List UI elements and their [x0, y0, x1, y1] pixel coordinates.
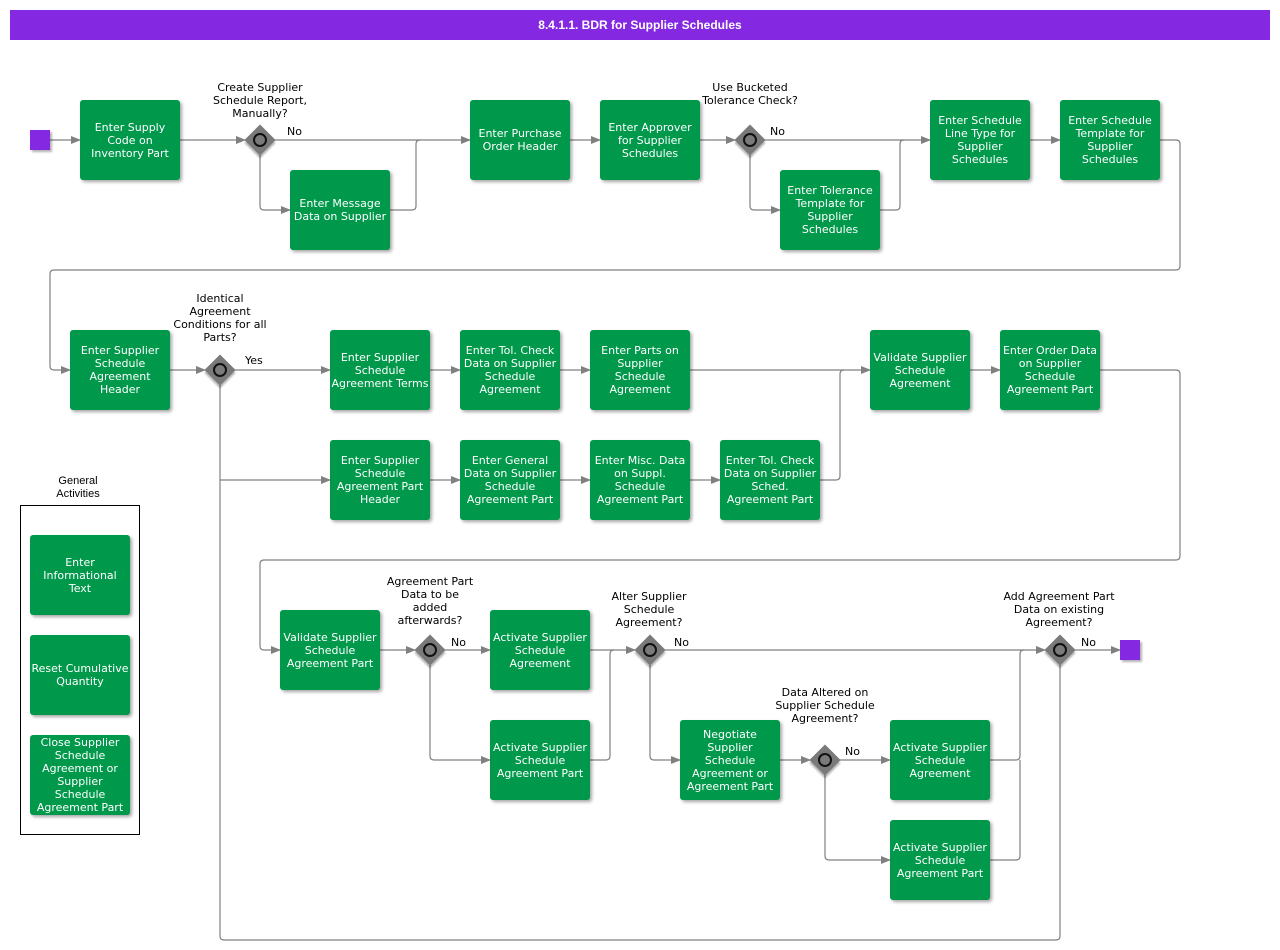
task-enter-schedule-template[interactable]: Enter Schedule Template for Supplier Sch… [1060, 100, 1160, 180]
flow [990, 760, 1021, 861]
task-enter-tolerance-template[interactable]: Enter Tolerance Template for Supplier Sc… [780, 170, 880, 250]
gateway-alter-agreement[interactable] [634, 634, 666, 666]
gateway-question: Agreement Part Data to be added afterwar… [386, 575, 474, 627]
gateway-part-data-afterwards[interactable] [414, 634, 446, 666]
task-enter-agreement-header[interactable]: Enter Supplier Schedule Agreement Header [70, 330, 170, 410]
gateway-question: Add Agreement Part Data on existing Agre… [1003, 590, 1115, 629]
end-event[interactable] [1120, 640, 1140, 660]
gateway-add-part-data[interactable] [1044, 634, 1076, 666]
gateway-bucketed-tolerance[interactable] [734, 124, 766, 156]
task-activate-agreement-2[interactable]: Activate Supplier Schedule Agreement [890, 720, 990, 800]
gateway-question: Create Supplier Schedule Report, Manuall… [212, 81, 307, 120]
gateway-branch-label: No [451, 636, 466, 649]
task-negotiate-agreement[interactable]: Negotiate Supplier Schedule Agreement or… [680, 720, 780, 800]
flow [880, 139, 905, 211]
gateway-ring-icon [253, 133, 267, 147]
flow [259, 155, 291, 214]
gateway-question: Data Altered on Supplier Schedule Agreem… [775, 686, 875, 725]
gateway-identical-conditions[interactable] [204, 354, 236, 386]
task-enter-tol-check-agreement[interactable]: Enter Tol. Check Data on Supplier Schedu… [460, 330, 560, 410]
task-enter-agreement-terms[interactable]: Enter Supplier Schedule Agreement Terms [330, 330, 430, 410]
flow [590, 649, 615, 761]
flow [649, 665, 681, 764]
gateway-branch-label: No [845, 745, 860, 758]
task-enter-schedule-line-type[interactable]: Enter Schedule Line Type for Supplier Sc… [930, 100, 1030, 180]
task-enter-parts-on-agreement[interactable]: Enter Parts on Supplier Schedule Agreeme… [590, 330, 690, 410]
gateway-ring-icon [643, 643, 657, 657]
task-enter-tol-check-part[interactable]: Enter Tol. Check Data on Supplier Sched.… [720, 440, 820, 520]
gateway-ring-icon [743, 133, 757, 147]
gateway-branch-label: No [1081, 636, 1096, 649]
start-event[interactable] [30, 130, 50, 150]
flow [824, 775, 891, 864]
general-activities-title: General Activities [56, 475, 100, 500]
task-enter-supply-code[interactable]: Enter Supply Code on Inventory Part [80, 100, 180, 180]
task-validate-agreement-part[interactable]: Validate Supplier Schedule Agreement Par… [280, 610, 380, 690]
flow [749, 155, 781, 214]
task-validate-agreement[interactable]: Validate Supplier Schedule Agreement [870, 330, 970, 410]
gateway-question: Use Bucketed Tolerance Check? [702, 81, 798, 107]
gateway-question: Alter Supplier Schedule Agreement? [611, 590, 687, 629]
task-activate-agreement[interactable]: Activate Supplier Schedule Agreement [490, 610, 590, 690]
task-enter-general-data[interactable]: Enter General Data on Supplier Schedule … [460, 440, 560, 520]
task-activate-agreement-part[interactable]: Activate Supplier Schedule Agreement Par… [490, 720, 590, 800]
flow [390, 139, 421, 211]
task-enter-misc-data[interactable]: Enter Misc. Data on Suppl. Schedule Agre… [590, 440, 690, 520]
task-enter-informational-text[interactable]: Enter Informational Text [30, 535, 130, 615]
gateway-question: Identical Agreement Conditions for all P… [173, 292, 267, 344]
task-reset-cumulative-quantity[interactable]: Reset Cumulative Quantity [30, 635, 130, 715]
task-enter-agreement-part-header[interactable]: Enter Supplier Schedule Agreement Part H… [330, 440, 430, 520]
gateway-ring-icon [1053, 643, 1067, 657]
gateway-ring-icon [818, 753, 832, 767]
task-enter-approver[interactable]: Enter Approver for Supplier Schedules [600, 100, 700, 180]
gateway-ring-icon [213, 363, 227, 377]
gateway-ring-icon [423, 643, 437, 657]
gateway-create-report[interactable] [244, 124, 276, 156]
task-enter-order-data[interactable]: Enter Order Data on Supplier Schedule Ag… [1000, 330, 1100, 410]
gateway-branch-label: No [770, 125, 785, 138]
task-enter-message-data[interactable]: Enter Message Data on Supplier [290, 170, 390, 250]
flow [990, 649, 1025, 761]
gateway-branch-label: No [287, 125, 302, 138]
gateway-branch-label: Yes [245, 354, 263, 367]
flow [820, 369, 845, 481]
task-activate-agreement-part-2[interactable]: Activate Supplier Schedule Agreement Par… [890, 820, 990, 900]
flow [429, 665, 491, 764]
task-close-agreement[interactable]: Close Supplier Schedule Agreement or Sup… [30, 735, 130, 815]
task-enter-purchase-order-header[interactable]: Enter Purchase Order Header [470, 100, 570, 180]
gateway-branch-label: No [674, 636, 689, 649]
gateway-data-altered[interactable] [809, 744, 841, 776]
